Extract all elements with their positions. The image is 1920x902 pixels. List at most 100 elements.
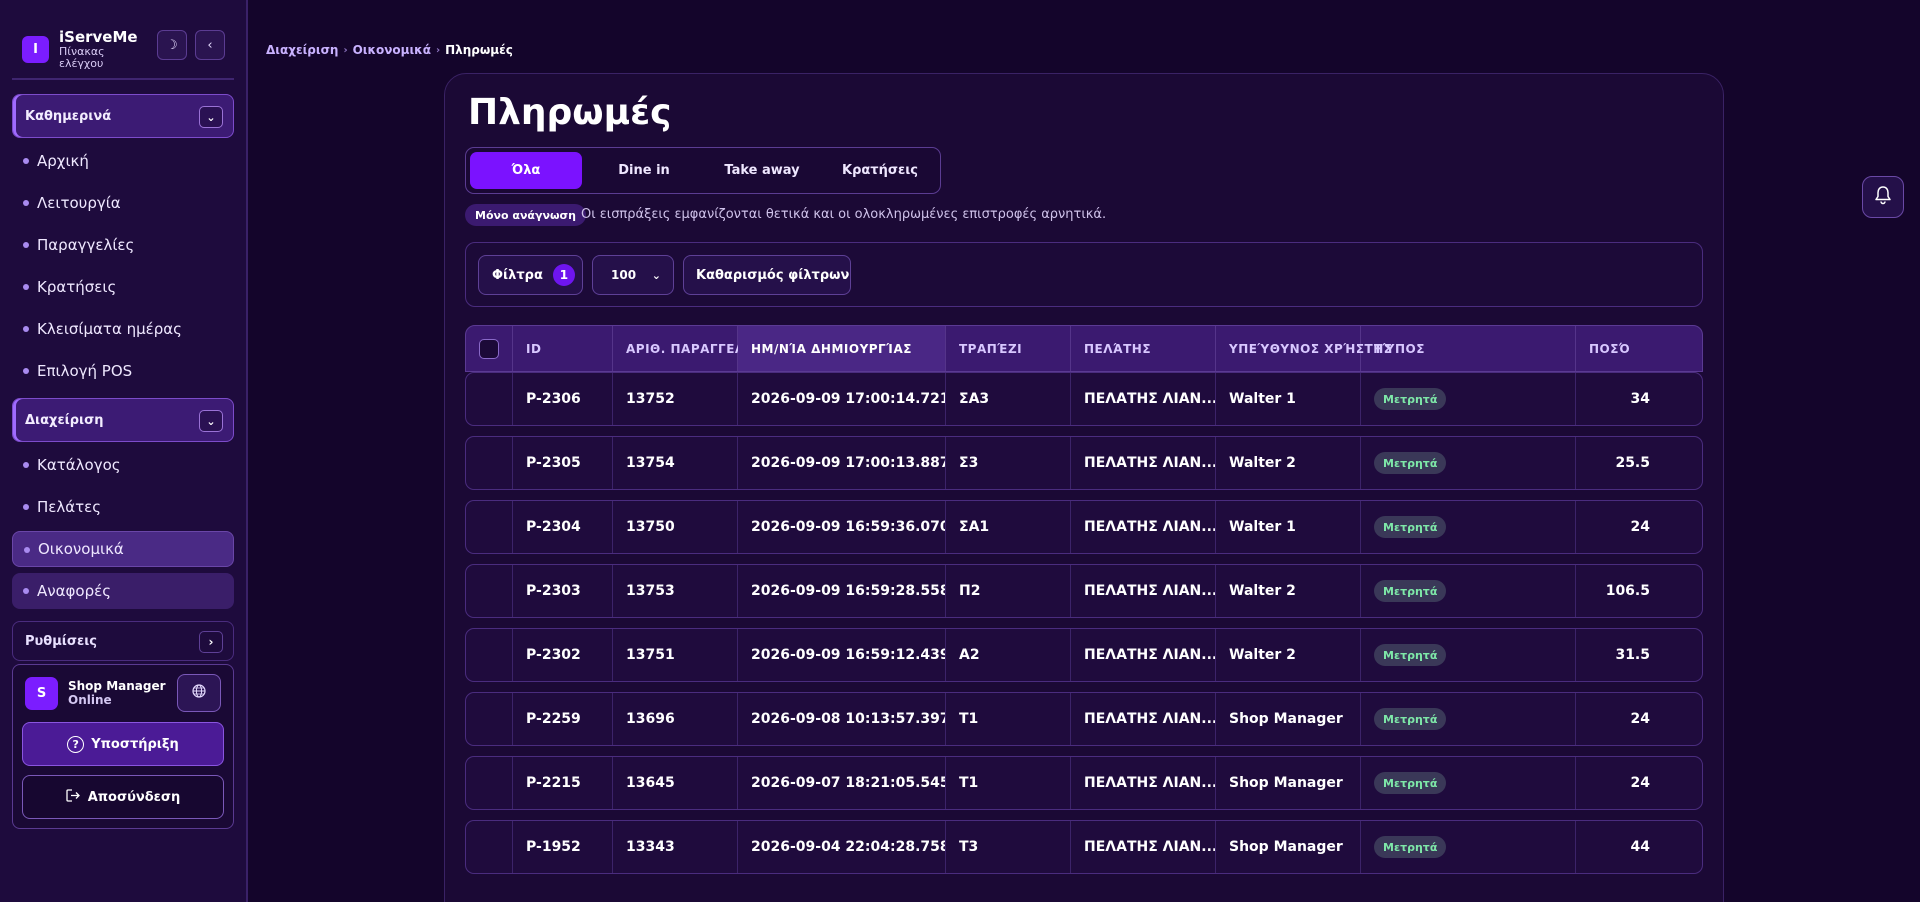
cell-amount: 25.5 <box>1615 455 1650 471</box>
sidebar-item-home[interactable]: Αρχική <box>12 143 234 179</box>
app-subtitle: Πίνακας ελέγχου <box>59 45 105 70</box>
user-card: S Shop Manager Online ? Υποστήριξη Αποσύ… <box>12 664 234 829</box>
cell-created: 2026-09-09 16:59:36.070465 <box>738 501 946 553</box>
cell-amount: 24 <box>1630 711 1650 727</box>
sidebar-item-operation[interactable]: Λειτουργία <box>12 185 234 221</box>
table-row[interactable]: P-2215136452026-09-07 18:21:05.545865Τ1Π… <box>465 756 1703 810</box>
filters-button[interactable]: Φίλτρα 1 <box>478 255 583 295</box>
cell-created: 2026-09-09 17:00:14.721575 <box>738 373 946 425</box>
column-header-amount[interactable]: ΠΟΣΌ <box>1576 326 1702 371</box>
table-row[interactable]: P-2302137512026-09-09 16:59:12.439517Α2Π… <box>465 628 1703 682</box>
section-daily[interactable]: Καθημερινά ⌄ <box>12 94 234 138</box>
cell-id: P-2302 <box>513 629 613 681</box>
support-button[interactable]: ? Υποστήριξη <box>22 722 224 766</box>
sidebar-item-reservations[interactable]: Κρατήσεις <box>12 269 234 305</box>
table-row[interactable]: P-2306137522026-09-09 17:00:14.721575ΣΑ3… <box>465 372 1703 426</box>
collapse-sidebar-button[interactable]: ‹ <box>195 30 225 60</box>
breadcrumb-link[interactable]: Οικονομικά <box>353 43 431 57</box>
column-header-created[interactable]: ΗΜ/ΝΊΑ ΔΗΜΙΟΥΡΓΊΑΣ <box>738 326 946 371</box>
tab-take-away[interactable]: Take away <box>706 152 818 189</box>
moon-icon: ☽ <box>166 37 178 53</box>
cell-table: Α2 <box>946 629 1071 681</box>
column-header-type[interactable]: ΤΎΠΟΣ <box>1361 326 1576 371</box>
cell-table: Π2 <box>946 565 1071 617</box>
cell-table: ΣΑ1 <box>946 501 1071 553</box>
tab-all[interactable]: Όλα <box>470 152 582 189</box>
table-row[interactable]: P-2259136962026-09-08 10:13:57.397627Τ1Π… <box>465 692 1703 746</box>
theme-toggle-button[interactable]: ☽ <box>157 30 187 60</box>
cell-id: P-1952 <box>513 821 613 873</box>
bullet-icon <box>23 158 29 164</box>
payment-type-badge: Μετρητά <box>1374 580 1447 602</box>
logout-button[interactable]: Αποσύνδεση <box>22 775 224 819</box>
select-all-checkbox[interactable] <box>479 339 499 359</box>
cell-amount: 106.5 <box>1605 583 1650 599</box>
cell-type: Μετρητά <box>1361 501 1576 553</box>
notifications-button[interactable] <box>1862 176 1904 218</box>
row-select-cell <box>466 821 513 873</box>
cell-user: Walter 2 <box>1216 565 1361 617</box>
bullet-icon <box>23 588 29 594</box>
cell-type: Μετρητά <box>1361 565 1576 617</box>
table-row[interactable]: P-2304137502026-09-09 16:59:36.070465ΣΑ1… <box>465 500 1703 554</box>
sidebar-item-catalog[interactable]: Κατάλογος <box>12 447 234 483</box>
table-row[interactable]: P-2303137532026-09-09 16:59:28.558380Π2Π… <box>465 564 1703 618</box>
cell-type: Μετρητά <box>1361 437 1576 489</box>
language-button[interactable] <box>177 674 221 712</box>
sidebar-item-reports[interactable]: Αναφορές <box>12 573 234 609</box>
bullet-icon <box>23 200 29 206</box>
column-header-user[interactable]: ΥΠΕΎΘΥΝΟΣ ΧΡΉΣΤΗΣ <box>1216 326 1392 371</box>
cell-user: Shop Manager <box>1216 757 1361 809</box>
cell-customer: ΠΕΛΑΤΗΣ ΛΙΑΝ... <box>1071 565 1216 617</box>
cell-user: Walter 1 <box>1216 501 1361 553</box>
cell-created: 2026-09-08 10:13:57.397627 <box>738 693 946 745</box>
cell-created: 2026-09-09 16:59:12.439517 <box>738 629 946 681</box>
bullet-icon <box>23 368 29 374</box>
tab-dine-in[interactable]: Dine in <box>588 152 700 189</box>
column-header-order[interactable]: ΑΡΙΘ. ΠΑΡΑΓΓΕΛΊ <box>613 326 751 371</box>
cell-id: P-2303 <box>513 565 613 617</box>
breadcrumb-current: Πληρωμές <box>445 43 513 57</box>
tab-reservations[interactable]: Κρατήσεις <box>824 152 936 189</box>
page-size-select[interactable]: 100 ⌄ <box>592 255 674 295</box>
sidebar-item-label: Οικονομικά <box>38 540 124 558</box>
chevron-down-icon: ⌄ <box>651 269 661 282</box>
app-name: iServeMe <box>59 28 138 46</box>
table-row[interactable]: P-1952133432026-09-04 22:04:28.758344Τ3Π… <box>465 820 1703 874</box>
bullet-icon <box>23 462 29 468</box>
sidebar-item-pos-select[interactable]: Επιλογή POS <box>12 353 234 389</box>
filters-label: Φίλτρα <box>492 267 543 283</box>
row-select-cell <box>466 629 513 681</box>
chevron-down-icon[interactable]: ⌄ <box>199 410 223 432</box>
cell-type: Μετρητά <box>1361 757 1576 809</box>
cell-table: Τ3 <box>946 821 1071 873</box>
chevron-right-icon[interactable]: › <box>199 631 223 653</box>
chevron-down-icon[interactable]: ⌄ <box>199 106 223 128</box>
sidebar-item-orders[interactable]: Παραγγελίες <box>12 227 234 263</box>
cell-user: Walter 1 <box>1216 373 1361 425</box>
cell-created: 2026-09-04 22:04:28.758344 <box>738 821 946 873</box>
column-header-id[interactable]: ID <box>513 326 613 371</box>
sidebar-item-customers[interactable]: Πελάτες <box>12 489 234 525</box>
breadcrumb-link[interactable]: Διαχείριση <box>266 43 338 57</box>
logout-icon <box>66 788 81 806</box>
sidebar-item-label: Κρατήσεις <box>37 278 117 296</box>
bullet-icon <box>23 242 29 248</box>
sidebar-item-day-closings[interactable]: Κλεισίματα ημέρας <box>12 311 234 347</box>
cell-created: 2026-09-07 18:21:05.545865 <box>738 757 946 809</box>
sidebar-item-settings[interactable]: Ρυθμίσεις › <box>12 621 234 661</box>
column-header-table[interactable]: ΤΡΑΠΈΖΙ <box>946 326 1071 371</box>
table-row[interactable]: P-2305137542026-09-09 17:00:13.887147Σ3Π… <box>465 436 1703 490</box>
column-header-customer[interactable]: ΠΕΛΆΤΗΣ <box>1071 326 1216 371</box>
payment-type-badge: Μετρητά <box>1374 452 1447 474</box>
clear-filters-button[interactable]: Καθαρισμός φίλτρων <box>683 255 851 295</box>
cell-order: 13752 <box>613 373 738 425</box>
section-management[interactable]: Διαχείριση ⌄ <box>12 398 234 442</box>
cell-id: P-2259 <box>513 693 613 745</box>
brand[interactable]: I iServeMe Πίνακας ελέγχου <box>22 29 138 70</box>
sidebar-item-finance[interactable]: Οικονομικά <box>12 531 234 567</box>
cell-table: ΣΑ3 <box>946 373 1071 425</box>
payment-type-badge: Μετρητά <box>1374 644 1447 666</box>
section-daily-label: Καθημερινά <box>25 108 112 124</box>
payment-type-badge: Μετρητά <box>1374 836 1447 858</box>
